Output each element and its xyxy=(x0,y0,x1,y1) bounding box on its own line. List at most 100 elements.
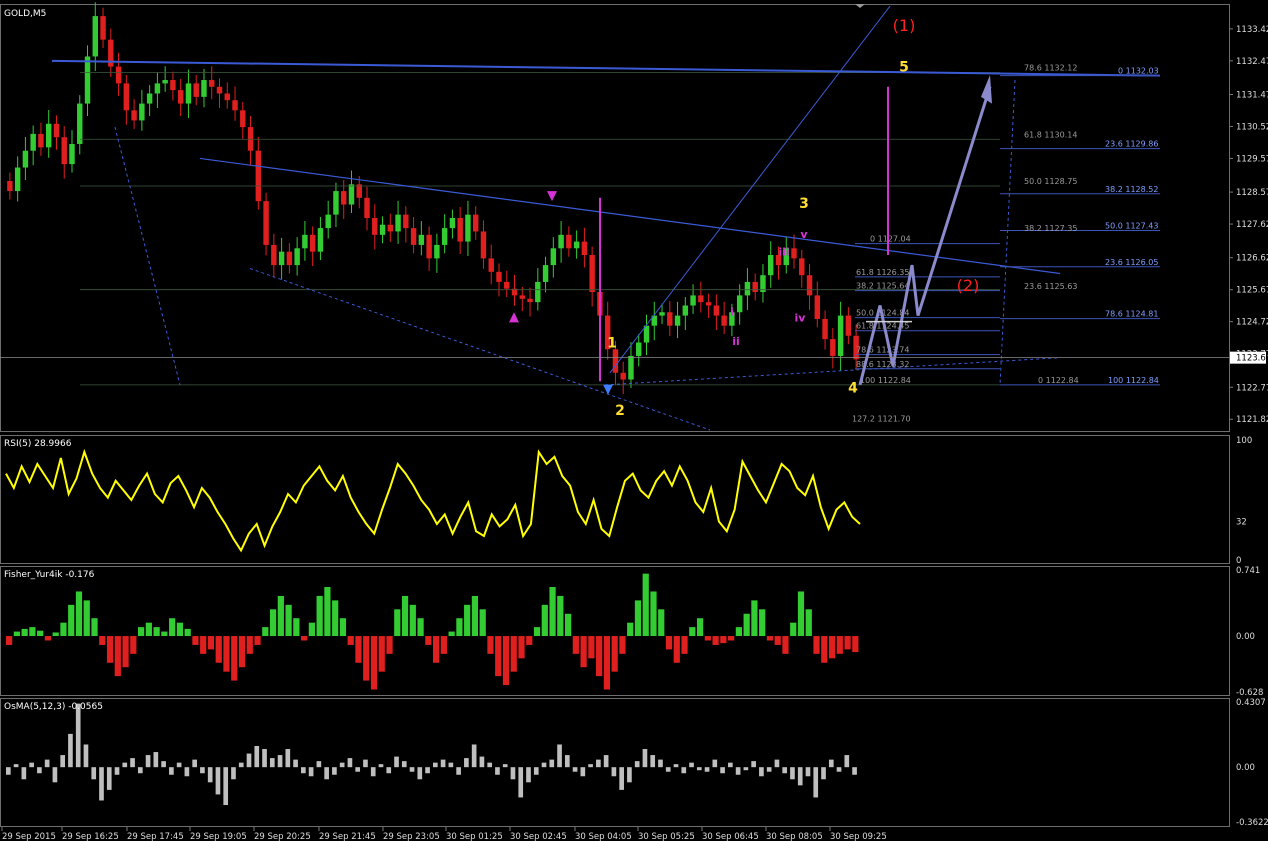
osma-bar xyxy=(487,762,493,768)
fisher-bar xyxy=(425,636,432,645)
fisher-bar xyxy=(464,604,471,637)
price-candle-body xyxy=(278,251,285,266)
time-tick-label: 30 Sep 04:05 xyxy=(575,832,632,841)
osma-bar xyxy=(759,767,764,777)
fisher-bar xyxy=(557,595,564,637)
osma-bar xyxy=(215,767,221,795)
fisher-bar xyxy=(114,636,121,677)
fib-level-label: 23.6 1125.63 xyxy=(1024,282,1077,291)
fisher-bar xyxy=(223,636,230,672)
price-candle-body xyxy=(84,56,91,104)
osma-bar xyxy=(246,753,252,768)
price-candle-body xyxy=(255,150,262,202)
sub-wave-label: ii xyxy=(732,335,740,348)
fisher-bar xyxy=(813,636,820,654)
time-tick-label: 30 Sep 08:05 xyxy=(766,832,823,841)
fisher-bar xyxy=(836,636,843,654)
fib-level-label: 78.6 1132.12 xyxy=(1024,64,1077,73)
price-tick-label: 1121.82 xyxy=(1236,415,1268,425)
fisher-bar xyxy=(580,636,587,668)
price-tick-label: 1126.62 xyxy=(1236,254,1268,264)
price-candle-body xyxy=(154,83,161,94)
osma-bar xyxy=(495,767,500,775)
osma-bar xyxy=(308,767,314,777)
time-tick-label: 29 Sep 19:05 xyxy=(190,832,247,841)
price-candle-body xyxy=(193,83,199,97)
price-candle-body xyxy=(791,248,797,259)
osma-bar xyxy=(735,767,741,775)
osma-bar xyxy=(324,767,329,780)
price-candle-body xyxy=(752,281,758,293)
fisher-bar xyxy=(122,636,129,668)
osma-bar xyxy=(743,767,749,771)
trading-chart[interactable]: 78.6 1132.12 0 1132.03 61.8 1130.14 23.6 11… xyxy=(0,0,1268,841)
time-tick-label: 30 Sep 09:25 xyxy=(830,832,887,841)
price-tick-label: 1130.52 xyxy=(1236,122,1268,132)
fisher-bar xyxy=(790,622,797,637)
fisher-bar xyxy=(526,636,533,645)
price-candle-body xyxy=(713,305,720,316)
fisher-bar xyxy=(828,636,836,659)
osma-bar xyxy=(696,767,702,771)
price-candle-body xyxy=(240,110,246,128)
fisher-bar xyxy=(541,604,548,637)
fib-level-label: 50.0 1127.43 xyxy=(1105,221,1158,230)
osma-bar xyxy=(704,767,710,772)
price-candle-body xyxy=(216,86,223,94)
price-candle-body xyxy=(372,218,378,235)
osma-bar xyxy=(417,767,423,780)
osma-bar xyxy=(122,762,128,768)
price-candle-body xyxy=(845,315,852,336)
price-candle-body xyxy=(465,214,471,242)
osma-bar xyxy=(184,767,190,777)
fisher-bar xyxy=(106,636,114,663)
fisher-bar xyxy=(735,627,742,637)
price-candle-body xyxy=(527,298,533,303)
fisher-bar xyxy=(696,618,704,637)
fisher-bar xyxy=(83,600,90,637)
osma-bar xyxy=(176,762,182,768)
fisher-bar xyxy=(634,600,642,637)
price-candle-body xyxy=(799,258,805,276)
fib-level-label: 38.2 1125.64 xyxy=(856,282,909,291)
price-candle-body xyxy=(22,150,29,168)
sub-wave-label: iii xyxy=(778,246,789,259)
price-candle-body xyxy=(472,214,479,232)
osma-bar xyxy=(169,767,174,775)
time-tick-label: 29 Sep 23:05 xyxy=(383,832,440,841)
fisher-bar xyxy=(596,636,603,677)
price-candle-body xyxy=(667,312,673,326)
fib-level-label: 0 1127.04 xyxy=(870,235,911,244)
price-tick-label: 1124.72 xyxy=(1236,318,1268,328)
price-candle-body xyxy=(348,184,355,205)
fisher-bar xyxy=(200,636,207,654)
price-candle-body xyxy=(294,248,300,266)
fisher-bar xyxy=(301,636,308,641)
fisher-bar xyxy=(332,600,339,637)
price-candle-body xyxy=(636,342,642,356)
osma-bar xyxy=(580,767,586,777)
price-candle-body xyxy=(232,100,238,111)
osma-bar xyxy=(433,762,438,768)
osma-bar xyxy=(114,767,120,775)
price-candle-body xyxy=(480,231,487,259)
sub-wave-label: v xyxy=(800,228,808,241)
fisher-bar xyxy=(176,622,184,637)
fisher-bar xyxy=(681,636,688,654)
fisher-bar xyxy=(99,636,106,645)
fisher-bar xyxy=(153,627,160,637)
price-candle-body xyxy=(364,197,370,218)
osma-bar xyxy=(21,767,27,780)
osma-bar xyxy=(254,745,260,768)
osma-tick-label: 0.00 xyxy=(1236,763,1255,773)
fisher-bar xyxy=(720,636,727,644)
price-candle-body xyxy=(550,248,557,266)
osma-bar xyxy=(502,764,508,768)
price-candle-body xyxy=(115,66,122,84)
price-candle-body xyxy=(162,80,168,84)
osma-bar xyxy=(13,764,19,768)
osma-bar xyxy=(797,767,803,786)
price-tick-label: 1125.67 xyxy=(1236,286,1268,296)
osma-bar xyxy=(91,767,97,780)
fib-level-label: 127.2 1121.70 xyxy=(852,414,911,423)
